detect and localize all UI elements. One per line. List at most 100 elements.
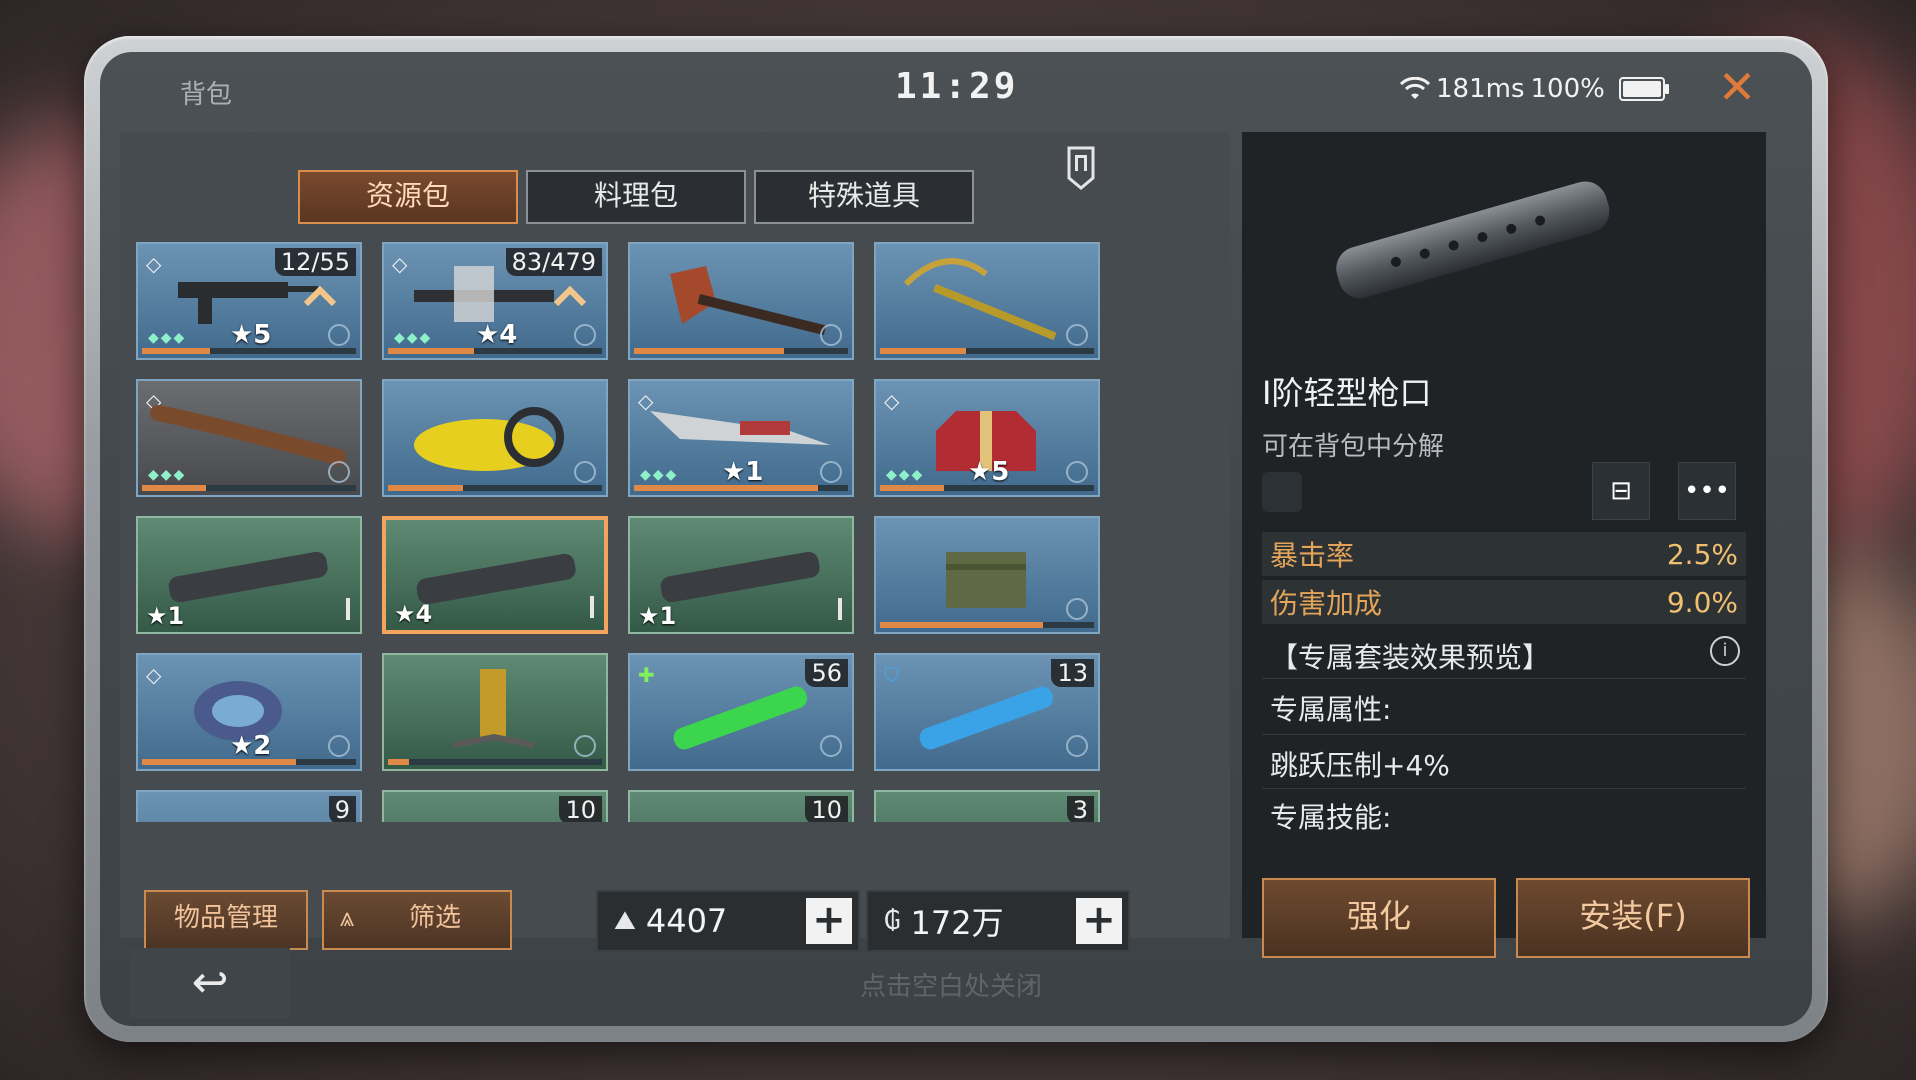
item-slot-drill[interactable] [382,653,608,771]
scrap-icon: ⛰ [614,905,636,936]
item-slot-saw-blade[interactable]: ◇ ◆◆◆ ★1 [628,379,854,497]
dismantle-icon [1066,598,1088,620]
coin-icon: ₲ [884,906,901,936]
damage-bonus-value: 9.0% [1666,585,1738,619]
item-slot-rifle[interactable]: ◇ 12/55 ◆◆◆ ★5 [136,242,362,360]
filter-label: 筛选 [408,903,461,933]
durability-bar [142,348,356,354]
durability-bar [880,622,1094,628]
equip-marker [838,598,842,620]
tab-special-items[interactable]: 特殊道具 [754,170,974,224]
star-level: ★1 [722,457,764,487]
star-level: ★1 [146,602,185,630]
dismantle-icon [1066,735,1088,757]
dismantle-icon [1066,461,1088,483]
rarity-dots: ◆◆◆ [394,330,433,346]
star-level: ★1 [638,602,677,630]
footer: ↩ 点击空白处关闭 [100,938,1812,1026]
star-level: ★4 [476,320,518,350]
dismantle-icon [820,735,842,757]
durability-bar [142,485,356,491]
durability-bar [634,348,848,354]
crit-rate-label: 暴击率 [1270,539,1355,572]
star-level: ★5 [968,457,1010,487]
item-slot-row5-3[interactable]: 10 [628,790,854,822]
close-hint: 点击空白处关闭 [860,972,1043,1002]
item-slot-row5-1[interactable]: 9 [136,790,362,822]
item-slot-blue-syringe[interactable]: ⛉ 13 [874,653,1100,771]
tab-resource-pack[interactable]: 资源包 [298,170,518,224]
exclusive-attr-label: 专属属性: [1270,693,1392,726]
durability-bar [142,759,356,765]
item-subtitle: 可在背包中分解 [1262,432,1445,462]
crit-rate-row: 暴击率 2.5% [1262,532,1746,576]
compare-button[interactable]: ⊟ [1592,462,1650,520]
item-slot-muzzle-1[interactable]: ★1 [136,516,362,634]
item-slot-supply-crate[interactable] [874,516,1100,634]
crit-rate-value: 2.5% [1666,537,1738,571]
crate-icon [946,552,1026,608]
page-title: 背包 [180,80,233,110]
item-slot-compensator[interactable]: ★1 [628,516,854,634]
item-slot-armor[interactable]: ◇ ◆◆◆ ★5 [874,379,1100,497]
dismantle-icon [574,324,596,346]
blue-syringe-icon [919,686,1054,750]
dismantle-icon [328,735,350,757]
dismantle-icon [328,461,350,483]
item-slot-spiked-bat[interactable]: ◇ ◆◆◆ [136,379,362,497]
divider [1262,788,1746,789]
equip-marker [590,596,594,618]
wifi-icon [1400,77,1430,99]
rarity-dots: ◆◆◆ [148,467,187,483]
muzzle-preview-icon [1336,181,1610,299]
back-arrow-icon[interactable]: ↩ [130,948,290,1018]
damage-bonus-row: 伤害加成 9.0% [1262,580,1746,624]
item-name: Ⅰ阶轻型枪口 [1262,374,1432,412]
divider [1262,734,1746,735]
durability-bar [388,485,602,491]
sort-icon[interactable] [1066,146,1096,190]
filter-icon: ⩓ [340,903,355,933]
item-count: 10 [559,796,602,822]
item-count: 9 [328,796,356,822]
dismantle-icon [1262,472,1302,512]
dismantle-icon [328,324,350,346]
equip-marker [346,598,350,620]
durability-bar [880,485,1094,491]
set-preview-heading: 【专属套装效果预览】 [1270,641,1551,674]
item-slot-muzzle-selected[interactable]: ★4 [382,516,608,634]
close-icon[interactable]: ✕ [1712,62,1762,112]
dismantle-icon [1066,324,1088,346]
jump-suppress-text: 跳跃压制+4% [1270,749,1450,782]
more-options-button[interactable]: ••• [1678,462,1736,520]
info-icon[interactable]: i [1710,636,1740,666]
inventory-panel: 资源包 料理包 特殊道具 ◇ 12/55 ◆◆◆ ★5 ◇ 83/479 ◆◆◆… [120,132,1230,952]
rarity-dots: ◆◆◆ [886,467,925,483]
dismantle-icon [574,461,596,483]
item-slot-axe[interactable] [628,242,854,360]
item-slot-spiked-gun[interactable]: ◇ 83/479 ◆◆◆ ★4 [382,242,608,360]
green-syringe-icon [673,686,808,750]
durability-bar [634,485,848,491]
scrap-amount: 4407 [645,902,728,940]
star-level: ★2 [230,731,272,761]
item-slot-green-syringe[interactable]: ✚ 56 [628,653,854,771]
star-level: ★4 [394,600,433,628]
battery-text: 100% [1530,74,1605,104]
dismantle-icon [820,461,842,483]
chainsaw-icon [414,407,564,471]
item-slot-row5-4[interactable]: 3 [874,790,1100,822]
tab-food-pack[interactable]: 料理包 [526,170,746,224]
item-slot-chainsaw[interactable] [382,379,608,497]
item-slot-spirit-mask[interactable]: ◇ ★2 [136,653,362,771]
axe-icon [670,266,827,336]
drill-icon [453,669,535,748]
star-level: ★5 [230,320,272,350]
damage-bonus-label: 伤害加成 [1270,587,1383,620]
item-slot-row5-2[interactable]: 10 [382,790,608,822]
status-bar: 背包 11:29 181ms 100% ✕ [100,52,1812,132]
item-slot-pickaxe[interactable] [874,242,1100,360]
item-count: 10 [805,796,848,822]
durability-bar [388,759,602,765]
dismantle-icon [574,735,596,757]
